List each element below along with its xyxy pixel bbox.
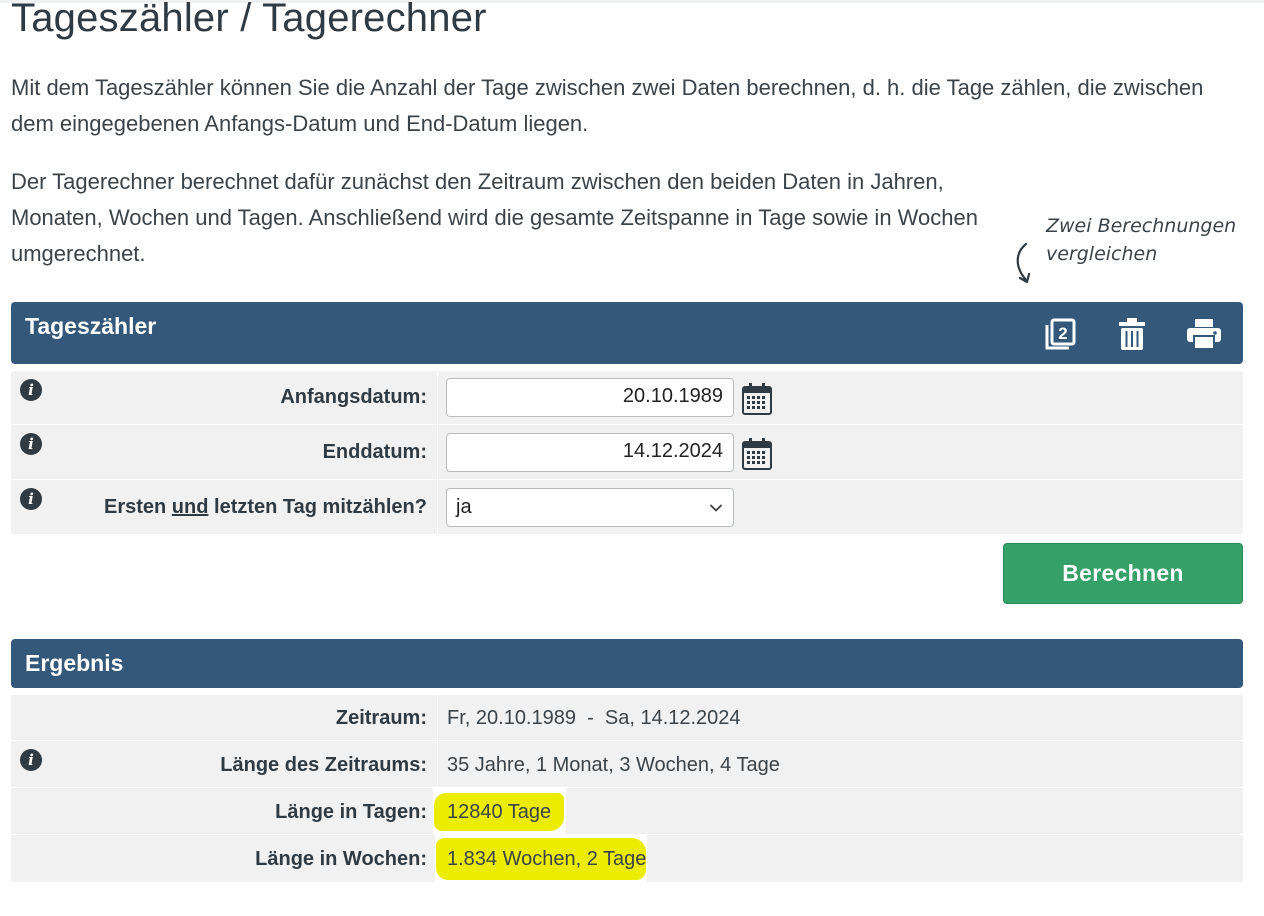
compare-icon[interactable]: 2 <box>1040 314 1080 354</box>
calculator-title: Tageszähler <box>25 313 157 339</box>
info-icon[interactable]: i <box>20 488 42 510</box>
column-divider <box>437 425 438 479</box>
calendar-icon[interactable] <box>742 438 772 470</box>
column-divider <box>437 741 438 787</box>
calculator-header: Tageszähler 2 <box>11 302 1243 364</box>
result-header: Ergebnis <box>11 639 1243 688</box>
end-date-label: Enddatum: <box>322 441 427 463</box>
include-label-part: Ersten <box>103 496 172 518</box>
compare-hint-line-2: vergleichen <box>1046 243 1158 265</box>
start-date-row: i Anfangsdatum: 20.10.1989 <box>11 371 1243 425</box>
result-row-period: Zeitraum: Fr, 20.10.1989 - Sa, 14.12.202… <box>11 695 1243 741</box>
column-divider <box>437 371 438 424</box>
result-table: Zeitraum: Fr, 20.10.1989 - Sa, 14.12.202… <box>11 695 1243 882</box>
include-days-select[interactable]: ja <box>446 488 734 527</box>
result-label: Zeitraum: <box>335 707 427 729</box>
end-date-row: i Enddatum: 14.12.2024 <box>11 425 1243 480</box>
compare-hint-line-1: Zwei Berechnungen <box>1046 215 1237 237</box>
print-icon[interactable] <box>1184 314 1224 354</box>
result-label: Länge in Tagen: <box>275 801 427 823</box>
result-row-weeks: Länge in Wochen: 1.834 Wochen, 2 Tage <box>11 835 1243 882</box>
intro-paragraph-1: Mit dem Tageszähler können Sie die Anzah… <box>11 75 1204 136</box>
chevron-down-icon <box>710 504 722 512</box>
result-title: Ergebnis <box>25 650 124 676</box>
info-icon[interactable]: i <box>20 379 42 401</box>
include-days-value: ja <box>456 496 472 518</box>
result-value: 1.834 Wochen, 2 Tage <box>447 848 647 870</box>
end-date-input[interactable]: 14.12.2024 <box>446 433 734 472</box>
include-label-underlined: und <box>171 496 209 518</box>
svg-text:2: 2 <box>1058 324 1067 343</box>
result-value: 35 Jahre, 1 Monat, 3 Wochen, 4 Tage <box>447 754 780 776</box>
include-days-row: i Ersten und letzten Tag mitzählen? ja <box>11 480 1243 534</box>
result-value: 12840 Tage <box>447 801 552 823</box>
result-row-days: Länge in Tagen: 12840 Tage <box>11 788 1243 835</box>
compare-hint-note: Zwei Berechnungen vergleichen <box>1046 212 1261 268</box>
result-value: Fr, 20.10.1989 - Sa, 14.12.2024 <box>447 707 741 729</box>
result-row-length: i Länge des Zeitraums: 35 Jahre, 1 Monat… <box>11 741 1243 788</box>
row-bg <box>566 788 1243 834</box>
intro-paragraph-2: Der Tagerechner berechnet dafür zunächst… <box>11 169 978 266</box>
calendar-icon[interactable] <box>742 383 772 415</box>
info-icon[interactable]: i <box>20 433 42 455</box>
column-divider <box>437 695 438 740</box>
page-title: Tageszähler / Tagerechner <box>11 0 487 40</box>
include-label-part: letzten Tag mitzählen? <box>208 496 427 518</box>
calculator-form: i Anfangsdatum: 20.10.1989 i Enddatum: 1… <box>11 371 1243 534</box>
start-date-label: Anfangsdatum: <box>280 386 427 408</box>
row-bg <box>647 835 1243 882</box>
result-label: Länge des Zeitraums: <box>220 754 427 776</box>
trash-icon[interactable] <box>1112 314 1152 354</box>
calculate-button[interactable]: Berechnen <box>1003 543 1243 604</box>
info-icon[interactable]: i <box>20 749 42 771</box>
curved-arrow-icon <box>1016 242 1031 284</box>
column-divider <box>437 480 438 534</box>
include-days-label: Ersten und letzten Tag mitzählen? <box>51 496 427 519</box>
result-label: Länge in Wochen: <box>255 848 427 870</box>
start-date-input[interactable]: 20.10.1989 <box>446 378 734 417</box>
